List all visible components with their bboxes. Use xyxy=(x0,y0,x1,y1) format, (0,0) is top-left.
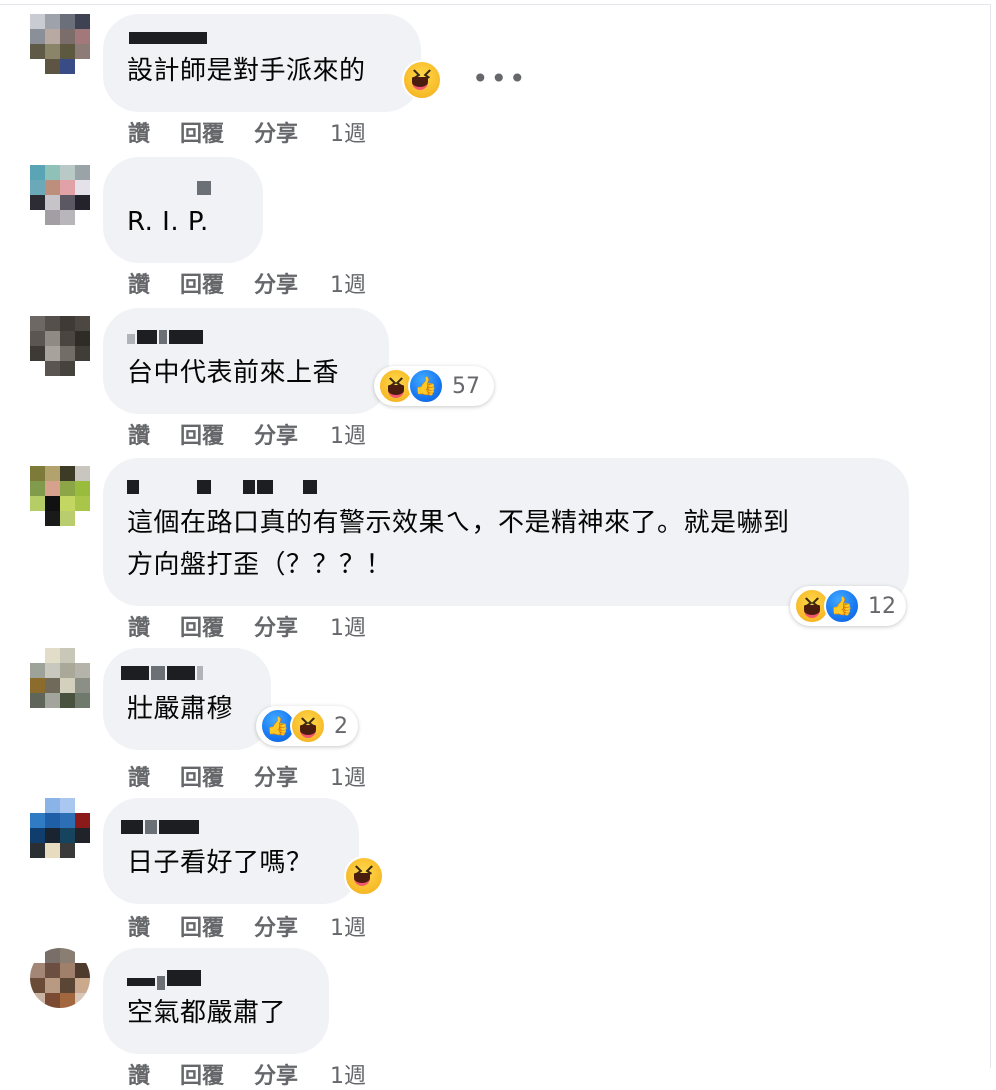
timestamp[interactable]: 1週 xyxy=(330,418,366,450)
author-name-redacted[interactable] xyxy=(127,326,365,346)
reaction-summary[interactable] xyxy=(344,856,384,896)
reply-action[interactable]: 回覆 xyxy=(180,418,224,450)
reaction-count: 57 xyxy=(452,373,480,399)
comment-text: 壯嚴肅穆 xyxy=(127,694,234,724)
share-action[interactable]: 分享 xyxy=(254,267,298,299)
comment-actions: 讚 回覆 分享 1週 xyxy=(128,418,396,450)
reply-action[interactable]: 回覆 xyxy=(180,1058,224,1090)
comment-text: R. I. P. xyxy=(127,207,209,237)
like-reaction-icon: 👍 xyxy=(408,368,444,404)
share-action[interactable]: 分享 xyxy=(254,418,298,450)
reaction-summary[interactable]: 👍 57 xyxy=(374,366,494,406)
like-action[interactable]: 讚 xyxy=(128,1058,150,1090)
timestamp[interactable]: 1週 xyxy=(330,116,366,148)
comment-actions: 讚 回覆 分享 1週 xyxy=(128,760,396,792)
like-action[interactable]: 讚 xyxy=(128,760,150,792)
comment-actions: 讚 回覆 分享 1週 xyxy=(128,610,396,642)
comment-bubble: 這個在路口真的有警示效果ㄟ，不是精神來了。就是嚇到 方向盤打歪（？？？！ xyxy=(103,458,909,606)
timestamp[interactable]: 1週 xyxy=(330,1058,366,1090)
author-name-redacted[interactable] xyxy=(121,662,247,682)
comment-actions: 讚 回覆 分享 1週 xyxy=(128,267,396,299)
like-action[interactable]: 讚 xyxy=(128,267,150,299)
timestamp[interactable]: 1週 xyxy=(330,760,366,792)
author-name-redacted[interactable] xyxy=(127,175,239,195)
comment-actions: 讚 回覆 分享 1週 xyxy=(128,116,396,148)
share-action[interactable]: 分享 xyxy=(254,760,298,792)
comment-actions: 讚 回覆 分享 1週 xyxy=(128,910,396,942)
comment-bubble: 台中代表前來上香 xyxy=(103,308,389,414)
timestamp[interactable]: 1週 xyxy=(330,910,366,942)
haha-reaction-icon xyxy=(290,708,326,744)
like-action[interactable]: 讚 xyxy=(128,418,150,450)
comment-bubble: 壯嚴肅穆 xyxy=(103,648,271,750)
share-action[interactable]: 分享 xyxy=(254,1058,298,1090)
comment-bubble: R. I. P. xyxy=(103,157,263,263)
comment-bubble: 設計師是對手派來的 xyxy=(103,14,421,112)
avatar[interactable] xyxy=(30,14,90,74)
haha-reaction-icon xyxy=(402,60,442,100)
comment-actions: 讚 回覆 分享 1週 xyxy=(128,1058,396,1090)
share-action[interactable]: 分享 xyxy=(254,910,298,942)
reaction-count: 12 xyxy=(868,593,896,619)
timestamp[interactable]: 1週 xyxy=(330,267,366,299)
share-action[interactable]: 分享 xyxy=(254,610,298,642)
timestamp[interactable]: 1週 xyxy=(330,610,366,642)
like-action[interactable]: 讚 xyxy=(128,910,150,942)
avatar[interactable] xyxy=(30,948,90,1008)
comment-text: 空氣都嚴肅了 xyxy=(127,998,287,1028)
comment-text: 這個在路口真的有警示效果ㄟ，不是精神來了。就是嚇到 方向盤打歪（？？？！ xyxy=(127,508,790,580)
like-reaction-icon: 👍 xyxy=(824,588,860,624)
author-name-redacted[interactable] xyxy=(127,24,397,44)
comment-text: 台中代表前來上香 xyxy=(127,358,340,388)
author-name-redacted[interactable] xyxy=(121,816,335,836)
avatar[interactable] xyxy=(30,165,90,225)
author-name-redacted[interactable] xyxy=(127,966,305,990)
reaction-summary[interactable]: 👍 2 xyxy=(256,706,358,746)
author-name-redacted[interactable] xyxy=(127,476,885,496)
comment-bubble: 空氣都嚴肅了 xyxy=(103,948,329,1054)
reaction-count: 2 xyxy=(334,713,348,739)
avatar[interactable] xyxy=(30,798,90,858)
comment-bubble: 日子看好了嗎？ xyxy=(103,798,359,904)
like-action[interactable]: 讚 xyxy=(128,116,150,148)
avatar[interactable] xyxy=(30,648,90,708)
reaction-summary[interactable]: 👍 12 xyxy=(790,586,906,626)
haha-reaction-icon xyxy=(344,856,384,896)
right-border xyxy=(990,4,991,1068)
avatar[interactable] xyxy=(30,466,90,526)
reaction-summary[interactable] xyxy=(402,60,442,100)
reply-action[interactable]: 回覆 xyxy=(180,267,224,299)
reply-action[interactable]: 回覆 xyxy=(180,760,224,792)
avatar[interactable] xyxy=(30,316,90,376)
reply-action[interactable]: 回覆 xyxy=(180,116,224,148)
share-action[interactable]: 分享 xyxy=(254,116,298,148)
reply-action[interactable]: 回覆 xyxy=(180,910,224,942)
reply-action[interactable]: 回覆 xyxy=(180,610,224,642)
more-options-icon[interactable]: ••• xyxy=(472,62,528,95)
like-action[interactable]: 讚 xyxy=(128,610,150,642)
comment-text: 日子看好了嗎？ xyxy=(127,848,313,878)
top-divider xyxy=(0,4,990,5)
comment-text: 設計師是對手派來的 xyxy=(127,56,366,86)
